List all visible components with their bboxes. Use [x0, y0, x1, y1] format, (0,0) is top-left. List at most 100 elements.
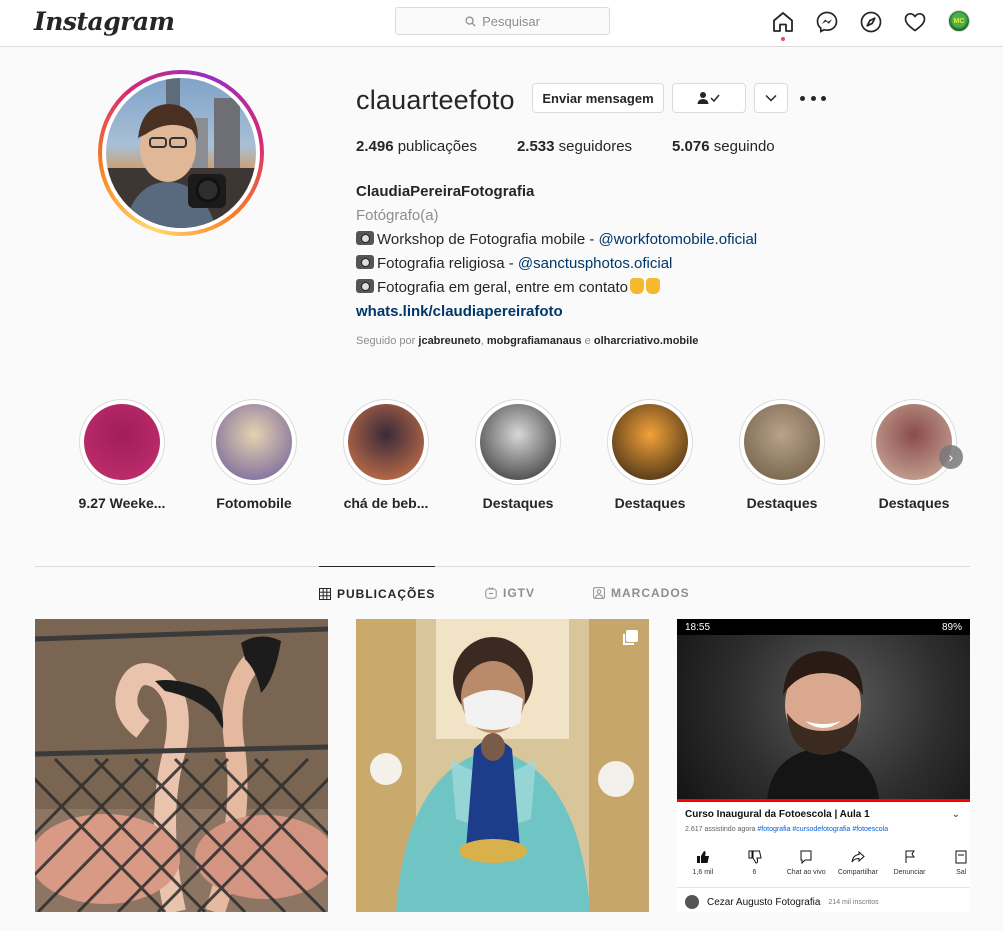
- highlight-label: Destaques: [614, 495, 686, 511]
- camera-icon: [356, 279, 374, 293]
- story-highlight[interactable]: Fotomobile: [211, 399, 297, 511]
- tab-posts[interactable]: PUBLICAÇÕES: [319, 566, 436, 620]
- chevron-down-icon: [765, 94, 777, 102]
- highlight-cover: [612, 404, 688, 480]
- channel-name: Cezar Augusto Fotografia: [707, 896, 821, 908]
- pointing-down-emoji-icon: [629, 278, 644, 294]
- story-highlight[interactable]: 9.27 Weeke...: [79, 399, 165, 511]
- like-action: 1,6 mil: [677, 849, 729, 876]
- mention-link[interactable]: @sanctusphotos.oficial: [518, 255, 672, 272]
- tab-igtv[interactable]: IGTV: [485, 566, 535, 620]
- follower-link[interactable]: mobgrafiamanaus: [487, 335, 582, 347]
- stat-posts[interactable]: 2.496 publicações: [356, 138, 477, 155]
- stat-following-label: seguindo: [713, 138, 775, 155]
- following-button[interactable]: [672, 83, 746, 113]
- profile-picture-story-ring[interactable]: [98, 70, 264, 236]
- story-highlight[interactable]: Destaques: [607, 399, 693, 511]
- more-options-icon[interactable]: [800, 88, 826, 108]
- mention-link[interactable]: @workfotomobile.oficial: [599, 231, 758, 248]
- post-thumbnail-flamingos[interactable]: [35, 619, 328, 912]
- share-action: Compartilhar: [832, 849, 884, 876]
- bio-line-text: Fotografia em geral, entre em contato: [377, 279, 628, 296]
- highlight-label: chá de beb...: [343, 495, 429, 511]
- followed-by-prefix: Seguido por: [356, 335, 419, 347]
- video-title: Curso Inaugural da Fotoescola | Aula 1: [685, 809, 870, 820]
- chat-icon: [800, 850, 812, 864]
- messenger-icon[interactable]: [814, 9, 840, 35]
- highlight-ring: [79, 399, 165, 485]
- search-placeholder: Pesquisar: [482, 13, 540, 29]
- bio-line-text: Workshop de Fotografia mobile -: [377, 231, 599, 248]
- camera-icon: [356, 231, 374, 245]
- divider: [677, 887, 970, 888]
- save-icon: [955, 850, 967, 864]
- highlight-label: Destaques: [482, 495, 554, 511]
- profile-picture: [106, 78, 256, 228]
- profile-full-name: ClaudiaPereiraFotografia: [356, 183, 535, 200]
- save-action: Sal: [935, 849, 970, 876]
- highlight-label: Destaques: [878, 495, 950, 511]
- highlight-ring: [343, 399, 429, 485]
- highlights-next-arrow-icon[interactable]: ›: [939, 445, 963, 469]
- follower-link[interactable]: olharcriativo.mobile: [594, 335, 699, 347]
- story-highlight[interactable]: Destaques: [739, 399, 825, 511]
- grid-icon: [319, 587, 331, 600]
- tab-tagged-label: MARCADOS: [611, 586, 690, 600]
- highlight-cover: [84, 404, 160, 480]
- like-count: 1,6 mil: [692, 869, 714, 876]
- post-thumbnail-youtube-screenshot[interactable]: 18:55 89% Curso Inaugural da Fotoescola …: [677, 619, 970, 912]
- bio-line: Fotografia em geral, entre em contato: [356, 276, 757, 300]
- report-action: Denunciar: [884, 849, 936, 876]
- user-check-icon: [697, 92, 720, 104]
- save-label: Sal: [956, 869, 967, 876]
- channel-row: Cezar Augusto Fotografia 214 mil inscrit…: [685, 895, 879, 909]
- video-frame: [677, 635, 970, 799]
- activity-heart-icon[interactable]: [902, 9, 928, 35]
- home-active-indicator: [781, 37, 785, 41]
- share-label: Compartilhar: [837, 869, 878, 876]
- instagram-logo[interactable]: Instagram: [34, 7, 175, 36]
- highlight-cover: [216, 404, 292, 480]
- video-viewers: 2.617 assistindo agora: [685, 826, 756, 833]
- chat-label: Chat ao vivo: [786, 869, 826, 876]
- bio-line-text: Fotografia religiosa -: [377, 255, 518, 272]
- story-highlight[interactable]: Destaques: [871, 399, 957, 511]
- report-label: Denunciar: [893, 869, 926, 876]
- follower-link[interactable]: jcabreuneto: [418, 335, 480, 347]
- bio-line: Workshop de Fotografia mobile - @workfot…: [356, 228, 757, 252]
- external-link[interactable]: whats.link/claudiapereirafoto: [356, 303, 563, 320]
- stat-followers-count: 2.533: [516, 138, 555, 155]
- igtv-icon: [485, 587, 497, 599]
- highlight-ring: [607, 399, 693, 485]
- post-thumbnail-religious[interactable]: [356, 619, 649, 912]
- status-time: 18:55: [685, 621, 711, 633]
- video-actions: 1,6 mil 6 Chat ao vivo Compartilhar Denu…: [677, 849, 970, 876]
- tab-tagged[interactable]: MARCADOS: [593, 566, 690, 620]
- highlight-ring: [475, 399, 561, 485]
- explore-icon[interactable]: [858, 9, 884, 35]
- stat-following[interactable]: 5.076 seguindo: [672, 138, 775, 155]
- chat-action: Chat ao vivo: [780, 849, 832, 876]
- home-icon[interactable]: [770, 9, 796, 35]
- followed-by-and: e: [581, 335, 594, 347]
- highlight-label: Destaques: [746, 495, 818, 511]
- channel-avatar: [685, 895, 699, 909]
- send-message-button[interactable]: Enviar mensagem: [532, 83, 664, 113]
- search-icon: [465, 15, 476, 27]
- story-highlight[interactable]: chá de beb...: [343, 399, 429, 511]
- profile-avatar[interactable]: MC: [948, 10, 970, 32]
- dislike-icon: [748, 850, 762, 864]
- story-highlight[interactable]: Destaques: [475, 399, 561, 511]
- chevron-down-icon: ⌄: [951, 809, 960, 820]
- highlight-cover: [876, 404, 952, 480]
- search-input[interactable]: Pesquisar: [395, 7, 610, 35]
- highlight-label: 9.27 Weeke...: [78, 495, 166, 511]
- stat-posts-count: 2.496: [356, 138, 394, 155]
- suggested-accounts-button[interactable]: [754, 83, 788, 113]
- video-progress-bar: [677, 799, 970, 802]
- dislike-action: 6: [729, 849, 781, 876]
- tab-igtv-label: IGTV: [503, 586, 536, 600]
- profile-username: clauarteefoto: [356, 85, 515, 115]
- stat-followers[interactable]: 2.533 seguidores: [517, 138, 632, 155]
- phone-status-bar: 18:55 89%: [677, 619, 970, 635]
